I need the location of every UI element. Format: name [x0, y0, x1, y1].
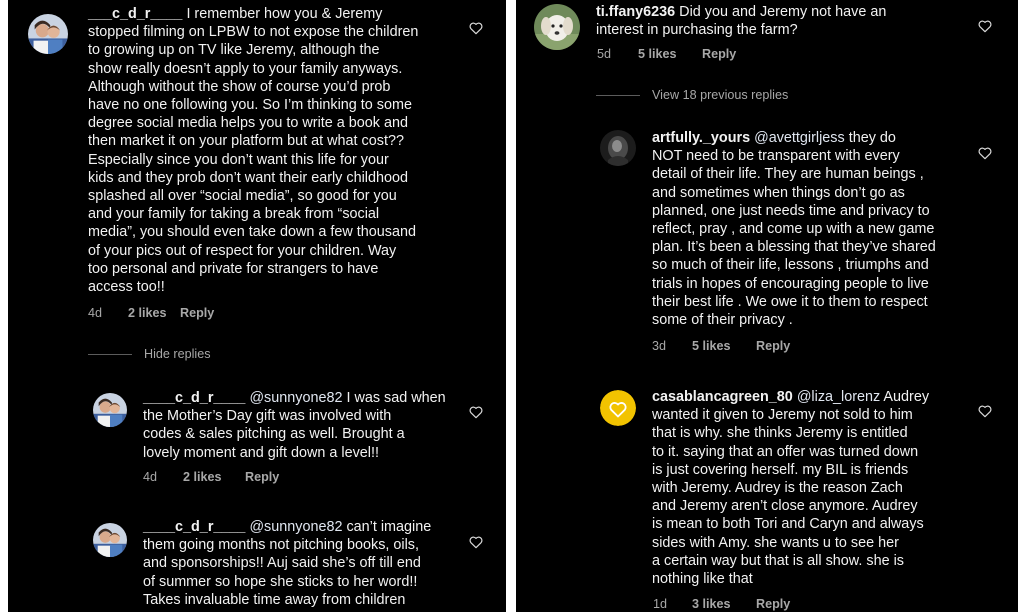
avatar[interactable]: [93, 393, 127, 427]
comment-body: ____c_d_r____ @sunnyone82 I was sad when…: [143, 389, 463, 462]
comment-meta: 4d 2 likes Reply: [143, 470, 279, 484]
reply-button[interactable]: Reply: [180, 306, 214, 320]
avatar[interactable]: [28, 14, 68, 54]
mention-link[interactable]: @liza_lorenz: [797, 389, 880, 405]
avatar[interactable]: [93, 523, 127, 557]
comment-body: artfully._yours @avettgirljess they do N…: [652, 129, 982, 329]
likes-count[interactable]: 5 likes: [638, 47, 702, 61]
likes-count[interactable]: 2 likes: [128, 306, 180, 320]
heart-outline-icon[interactable]: [977, 145, 993, 161]
comment: ___c_d_r____ I remember how you & Jeremy…: [8, 0, 506, 330]
reply-comment: ____c_d_r____ @sunnyone82 can’t imagine …: [8, 510, 506, 612]
comment-username[interactable]: ____c_d_r____: [143, 519, 245, 535]
divider-line: [88, 354, 132, 356]
reply-button[interactable]: Reply: [702, 47, 736, 61]
avatar[interactable]: [600, 130, 636, 166]
comment-text: Audrey wanted it given to Jeremy not sol…: [652, 389, 930, 588]
comment-time: 5d: [597, 47, 612, 61]
reply-button[interactable]: Reply: [756, 597, 790, 611]
heart-outline-icon[interactable]: [977, 403, 993, 419]
comment-body: ti.ffany6236 Did you and Jeremy not have…: [596, 3, 976, 39]
hide-replies-toggle[interactable]: Hide replies: [88, 347, 211, 361]
view-previous-replies-label: View 18 previous replies: [652, 88, 789, 102]
mention-link[interactable]: @sunnyone82: [249, 519, 342, 535]
yellow-heart-avatar: [600, 390, 636, 426]
comment-body: ____c_d_r____ @sunnyone82 can’t imagine …: [143, 518, 463, 609]
hide-replies-label: Hide replies: [144, 347, 211, 361]
comment-username[interactable]: ____c_d_r____: [143, 390, 245, 406]
couple-photo-avatar: [93, 393, 127, 427]
likes-count[interactable]: 5 likes: [692, 339, 756, 353]
reply-comment: ____c_d_r____ @sunnyone82 I was sad when…: [8, 380, 506, 490]
couple-photo-avatar: [93, 523, 127, 557]
comment-text: they do NOT need to be transparent with …: [652, 130, 936, 329]
dog-photo-avatar: [534, 4, 580, 50]
comment-text: I remember how you & Jeremy stopped film…: [88, 6, 419, 296]
comment-meta: 4d 2 likes Reply: [88, 306, 214, 320]
heart-outline-icon[interactable]: [468, 20, 484, 36]
mention-link[interactable]: @sunnyone82: [249, 390, 342, 406]
reply-comment: casablancagreen_80 @liza_lorenz Audrey w…: [516, 380, 1018, 612]
mention-link[interactable]: @avettgirljess: [754, 130, 845, 146]
reply-comment: artfully._yours @avettgirljess they do N…: [516, 120, 1018, 360]
reply-button[interactable]: Reply: [756, 339, 790, 353]
comment-username[interactable]: ti.ffany6236: [596, 4, 675, 20]
comment-meta: 3d 5 likes Reply: [652, 339, 790, 353]
heart-outline-icon[interactable]: [468, 404, 484, 420]
view-previous-replies-toggle[interactable]: View 18 previous replies: [596, 88, 788, 102]
likes-count[interactable]: 3 likes: [692, 597, 756, 611]
dark-photo-avatar: [600, 130, 636, 166]
comment-time: 3d: [652, 339, 667, 353]
comment-time: 1d: [653, 597, 668, 611]
comment-body: ___c_d_r____ I remember how you & Jeremy…: [88, 5, 468, 296]
likes-count[interactable]: 2 likes: [183, 470, 245, 484]
comment-username[interactable]: artfully._yours: [652, 130, 750, 146]
couple-photo-avatar: [28, 14, 68, 54]
heart-outline-icon[interactable]: [468, 534, 484, 550]
comment-time: 4d: [88, 306, 103, 320]
comments-panel-left: ___c_d_r____ I remember how you & Jeremy…: [8, 0, 506, 612]
comment-username[interactable]: casablancagreen_80: [652, 389, 793, 405]
avatar[interactable]: [600, 390, 636, 426]
heart-outline-icon[interactable]: [977, 18, 993, 34]
reply-button[interactable]: Reply: [245, 470, 279, 484]
comment-meta: 5d 5 likes Reply: [597, 47, 736, 61]
comment-username[interactable]: ___c_d_r____: [88, 6, 182, 22]
comment: ti.ffany6236 Did you and Jeremy not have…: [516, 0, 1018, 70]
comment-meta: 1d 3 likes Reply: [653, 597, 790, 611]
comment-body: casablancagreen_80 @liza_lorenz Audrey w…: [652, 388, 972, 588]
comments-panel-right: ti.ffany6236 Did you and Jeremy not have…: [516, 0, 1018, 612]
avatar[interactable]: [534, 4, 580, 50]
comment-time: 4d: [143, 470, 158, 484]
divider-line: [596, 95, 640, 97]
